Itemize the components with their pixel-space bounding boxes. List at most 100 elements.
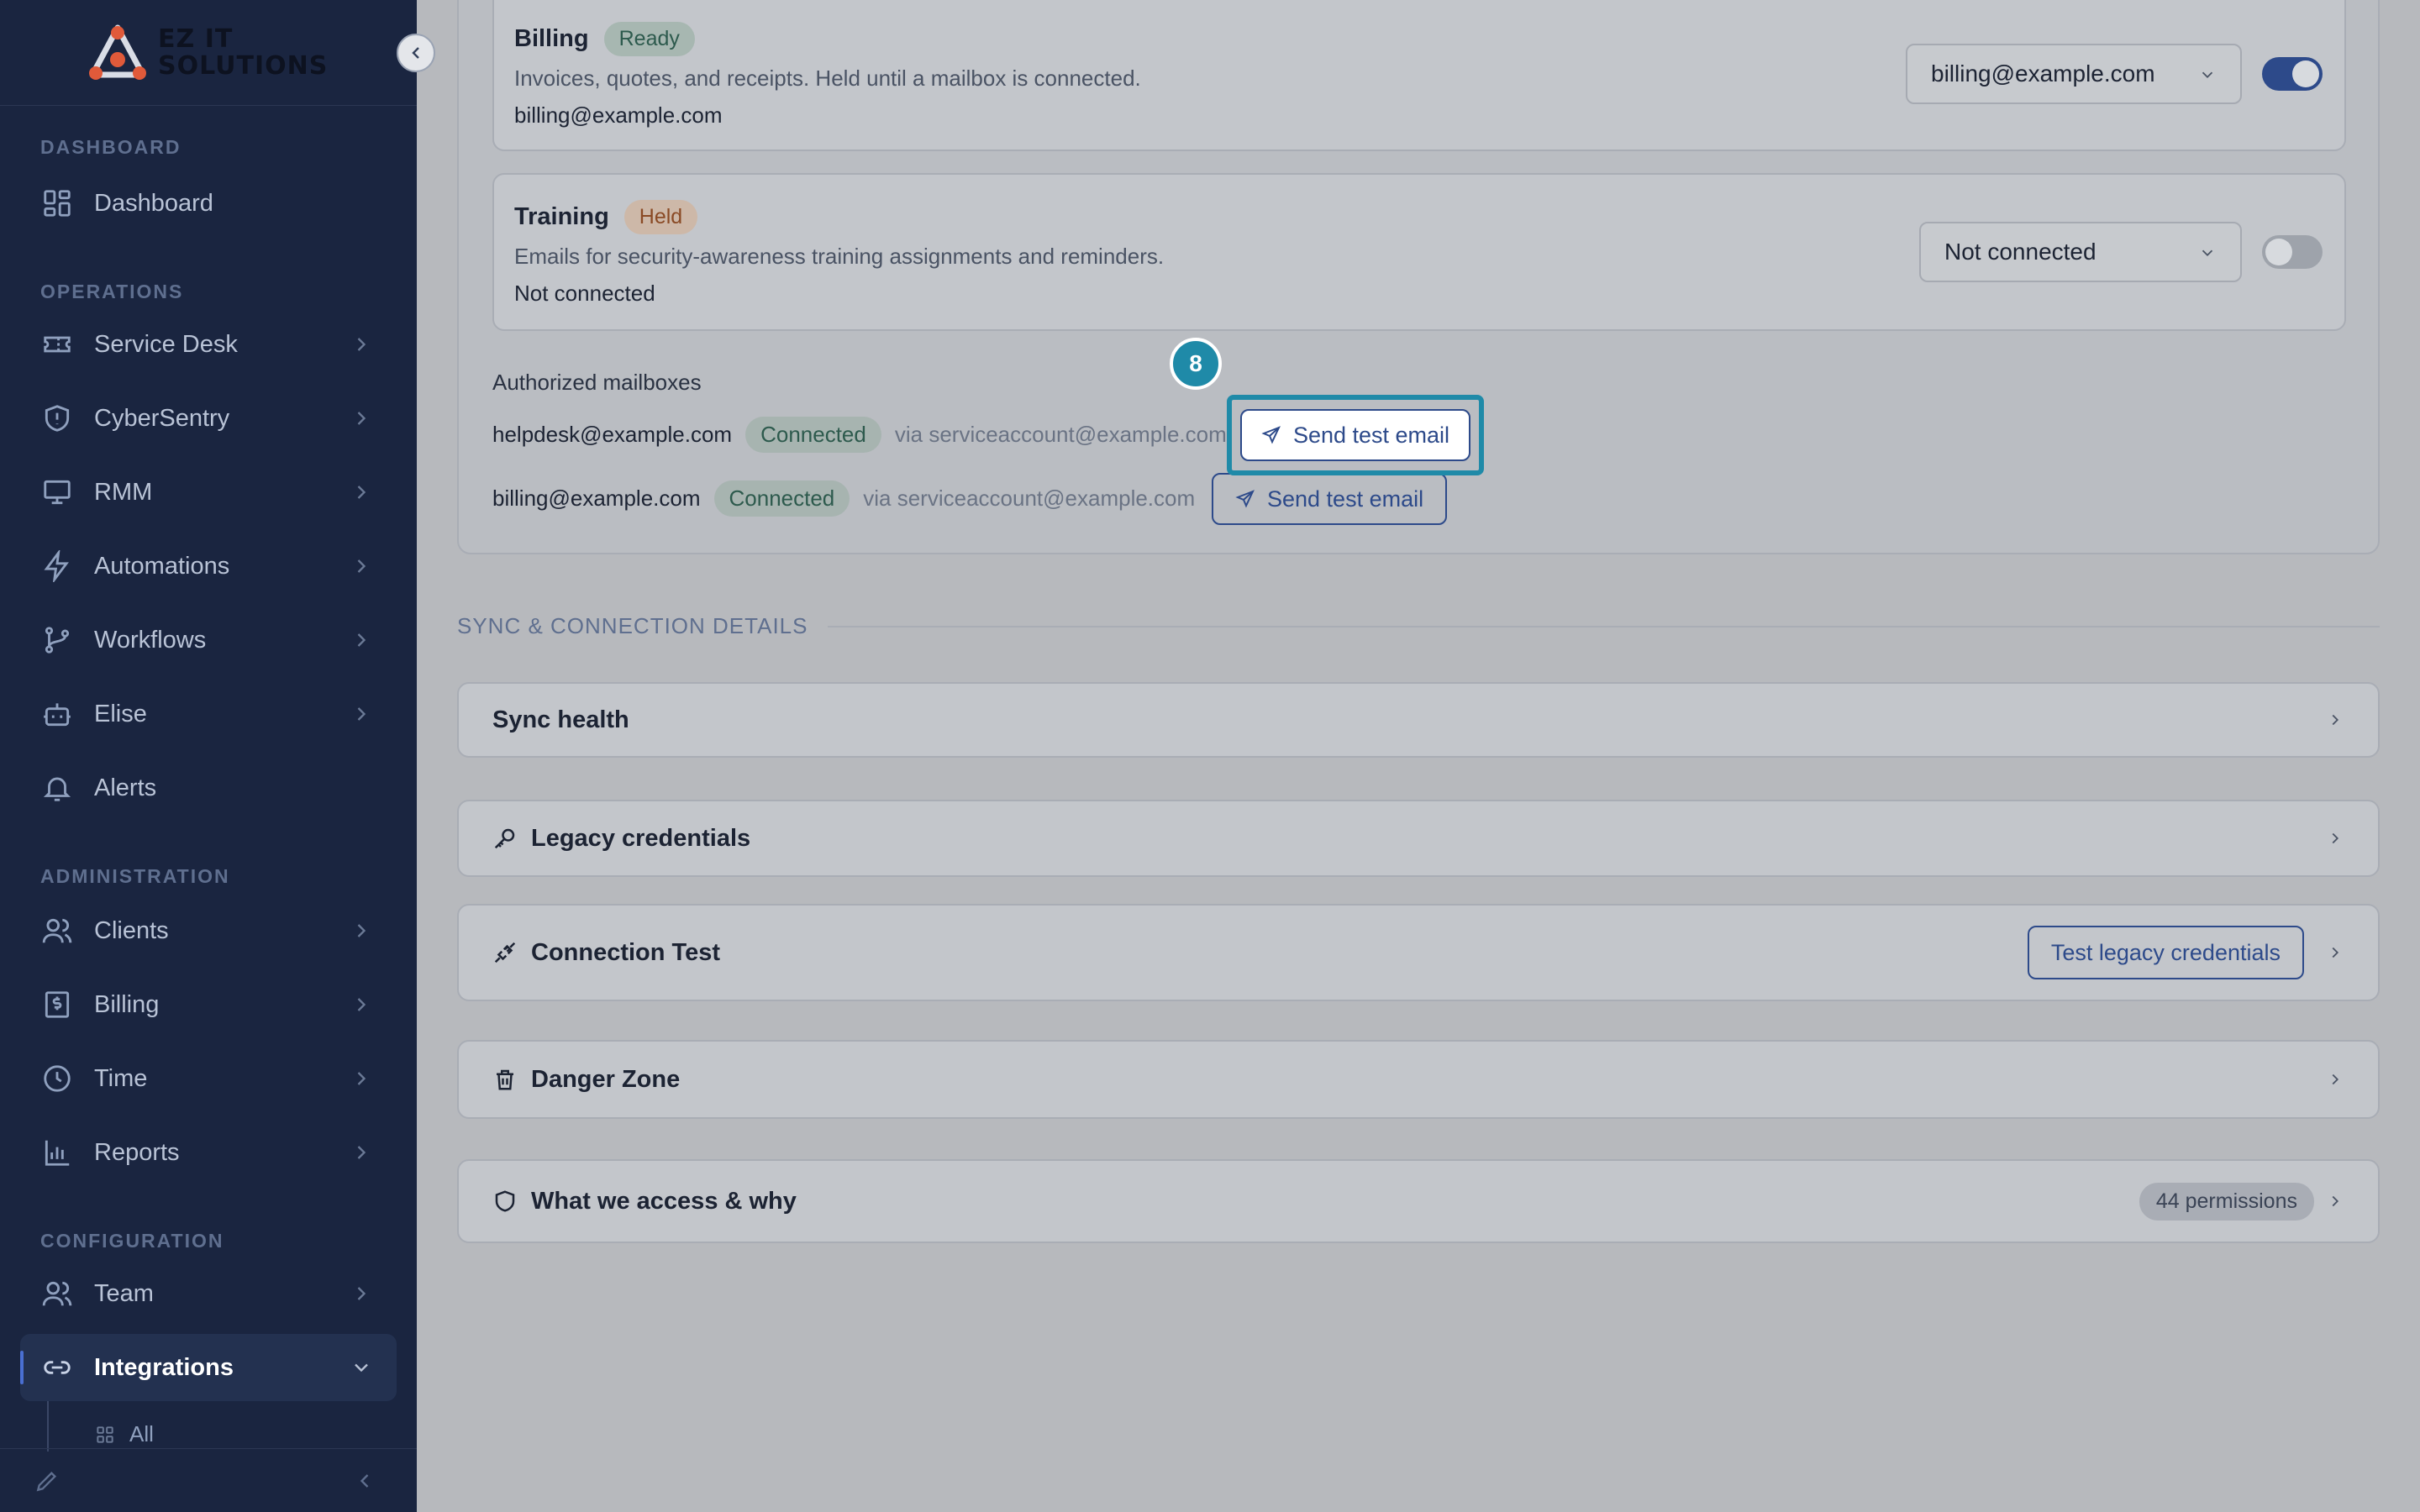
clock-icon	[40, 1062, 74, 1095]
button-label: Send test email	[1267, 486, 1424, 512]
mailbox-address: billing@example.com	[514, 102, 723, 128]
sidebar-item-label: Service Desk	[94, 330, 238, 358]
sidebar-item-alerts[interactable]: Alerts	[20, 754, 397, 822]
chevron-left-icon	[412, 47, 419, 59]
shield-icon	[495, 1190, 515, 1212]
logo-icon	[89, 24, 146, 80]
submenu-line	[47, 1401, 49, 1452]
brand-line-2: SOLUTIONS	[158, 50, 329, 81]
chevron-down-icon	[2202, 249, 2213, 257]
accordion-what-we-access[interactable]: What we access & why 44 permissions	[457, 1159, 2380, 1243]
section-dashboard: DASHBOARD	[40, 136, 182, 158]
authorized-row: helpdesk@example.com Connected via servi…	[492, 417, 1227, 453]
sidebar-item-reports[interactable]: Reports	[20, 1119, 397, 1186]
mailbox-select-billing[interactable]: billing@example.com	[1906, 44, 2242, 104]
chevron-left-icon[interactable]	[353, 1469, 376, 1493]
sidebar-item-label: Billing	[94, 990, 160, 1018]
chevron-down-icon	[355, 1363, 368, 1373]
mailbox-header-training: Training Held	[514, 200, 698, 234]
sidebar-item-elise[interactable]: Elise	[20, 680, 397, 748]
sidebar-item-billing[interactable]: Billing	[20, 971, 397, 1038]
mailbox-toggle-billing[interactable]	[2262, 57, 2323, 91]
select-value: billing@example.com	[1931, 60, 2155, 87]
section-configuration: CONFIGURATION	[40, 1230, 224, 1252]
sidebar-subitem-label: All	[129, 1421, 154, 1446]
mailbox-header-billing: Billing Ready	[514, 22, 695, 56]
grid-icon	[97, 1425, 113, 1443]
sidebar-item-rmm[interactable]: RMM	[20, 459, 397, 526]
status-badge: Held	[623, 200, 698, 234]
sidebar-subitem-all[interactable]: All	[94, 1421, 154, 1447]
button-label: Send test email	[1292, 422, 1450, 448]
users-icon	[40, 914, 74, 948]
authorized-mailboxes-heading: Authorized mailboxes	[492, 370, 702, 395]
send-test-email-button[interactable]: Send test email	[1212, 473, 1448, 525]
trash-icon	[497, 1069, 513, 1090]
chevron-down-icon	[2202, 71, 2213, 79]
git-branch-icon	[40, 623, 74, 657]
chevron-right-icon	[357, 1287, 366, 1300]
sidebar-item-label: Dashboard	[94, 189, 213, 217]
permissions-count-badge: 44 permissions	[2139, 1182, 2314, 1221]
chevron-right-icon	[357, 412, 366, 425]
pencil-icon[interactable]	[34, 1467, 60, 1494]
brand[interactable]: EZ IT SOLUTIONS	[0, 0, 417, 106]
plug-icon	[494, 942, 516, 963]
accordion-connection-test[interactable]: Connection Test Test legacy credentials	[457, 904, 2380, 1001]
bolt-icon	[40, 549, 74, 583]
sidebar-item-clients[interactable]: Clients	[20, 897, 397, 964]
chevron-right-icon	[357, 998, 366, 1011]
sidebar-item-cybersentry[interactable]: CyberSentry	[20, 385, 397, 452]
chevron-right-icon	[357, 1146, 366, 1159]
mailbox-title: Billing	[514, 25, 589, 52]
status-badge: Connected	[745, 417, 881, 453]
authorized-via: via serviceaccount@example.com	[894, 422, 1227, 447]
chevron-right-icon	[2332, 832, 2339, 844]
authorized-email: billing@example.com	[492, 486, 701, 511]
section-operations: OPERATIONS	[40, 281, 184, 302]
chevron-right-icon	[357, 1072, 366, 1085]
sidebar-item-time[interactable]: Time	[20, 1045, 397, 1112]
sidebar-item-label: Team	[94, 1279, 154, 1307]
mailbox-description: Emails for security-awareness training a…	[514, 244, 1165, 269]
sidebar-item-team[interactable]: Team	[20, 1260, 397, 1327]
sidebar-item-dashboard[interactable]: Dashboard	[20, 170, 397, 237]
authorized-row: billing@example.com Connected via servic…	[492, 480, 1195, 517]
chevron-right-icon	[357, 486, 366, 499]
toggle-knob	[2265, 239, 2292, 265]
accordion-title: What we access & why	[531, 1187, 797, 1215]
collapse-sidebar-button[interactable]	[397, 34, 435, 72]
chevron-right-icon	[2332, 947, 2339, 958]
mailbox-title: Training	[514, 203, 609, 230]
accordion-sync-health[interactable]: Sync health	[457, 682, 2380, 758]
brand-name: EZ IT SOLUTIONS	[158, 25, 329, 81]
status-badge: Ready	[603, 22, 695, 56]
send-test-email-button[interactable]: Send test email	[1240, 409, 1470, 461]
authorized-via: via serviceaccount@example.com	[863, 486, 1196, 511]
mailbox-toggle-training[interactable]	[2262, 235, 2323, 269]
sidebar-item-service-desk[interactable]: Service Desk	[20, 311, 397, 378]
accordion-title: Sync health	[492, 706, 629, 733]
accordion-title: Connection Test	[531, 938, 721, 966]
accordion-legacy-credentials[interactable]: Legacy credentials	[457, 800, 2380, 877]
sidebar-item-workflows[interactable]: Workflows	[20, 606, 397, 674]
sidebar-item-label: Workflows	[94, 626, 207, 654]
chevron-right-icon	[2332, 714, 2339, 726]
link-icon	[40, 1351, 74, 1384]
mailbox-select-training[interactable]: Not connected	[1919, 222, 2242, 282]
test-legacy-credentials-button[interactable]: Test legacy credentials	[2027, 926, 2304, 979]
sidebar-item-label: Reports	[94, 1138, 180, 1166]
shield-alert-icon	[40, 402, 74, 435]
button-label: Test legacy credentials	[2050, 939, 2281, 965]
accordion-title: Danger Zone	[531, 1065, 681, 1093]
chevron-right-icon	[357, 338, 366, 351]
section-administration: ADMINISTRATION	[40, 865, 230, 887]
section-divider	[828, 625, 2380, 627]
sidebar-item-automations[interactable]: Automations	[20, 533, 397, 600]
bot-icon	[40, 697, 74, 731]
sidebar-item-integrations[interactable]: Integrations	[20, 1334, 397, 1401]
status-badge: Connected	[713, 480, 850, 517]
sidebar-item-label: Automations	[94, 552, 230, 580]
chevron-right-icon	[2332, 1195, 2339, 1207]
accordion-danger-zone[interactable]: Danger Zone	[457, 1040, 2380, 1119]
